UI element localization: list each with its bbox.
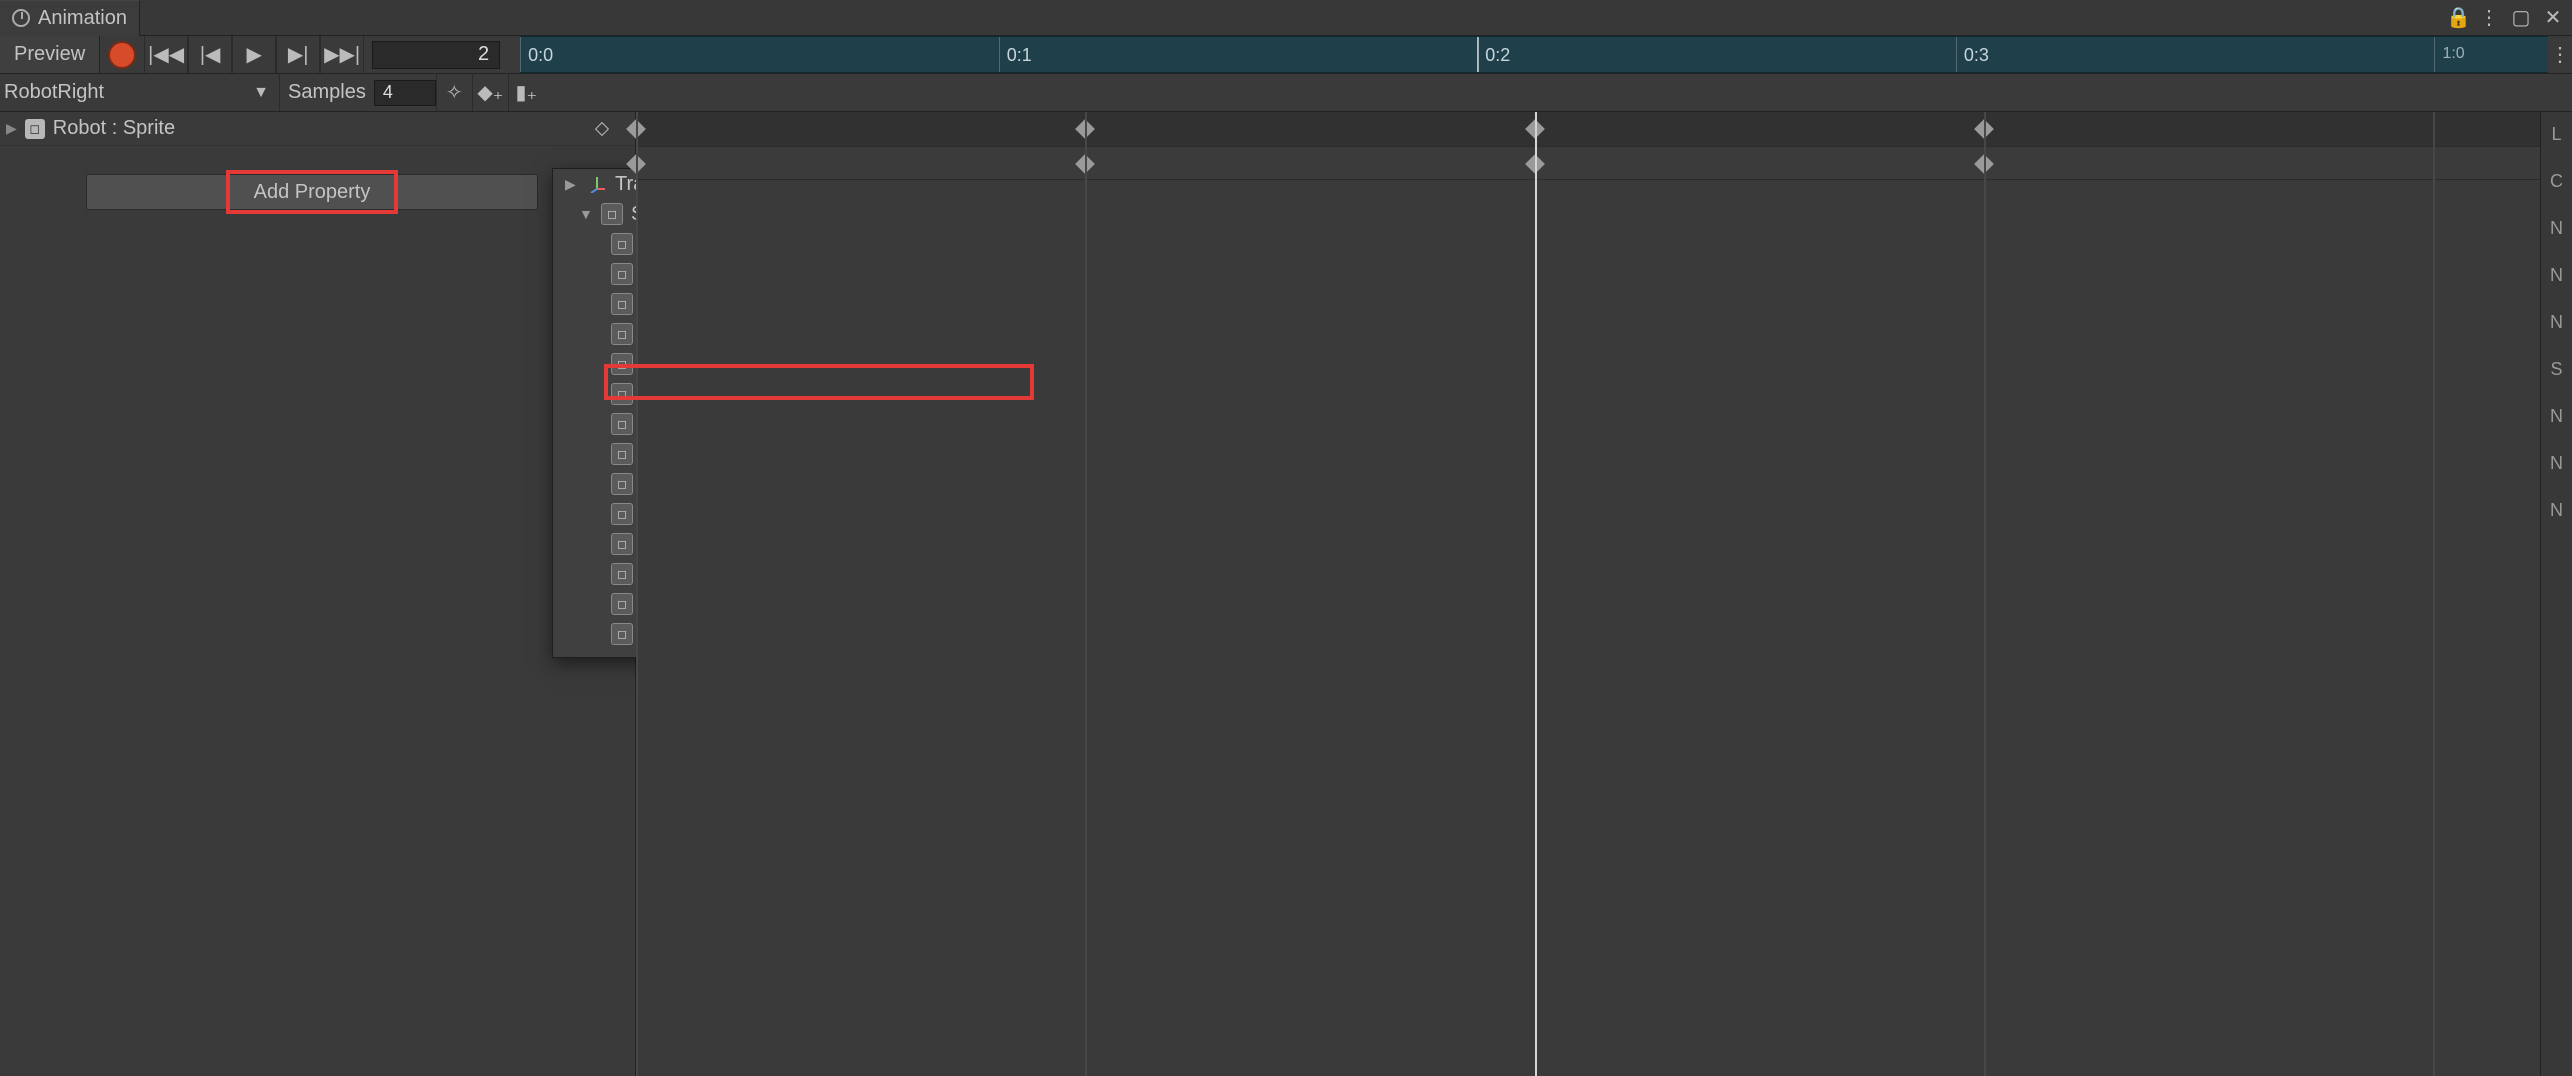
clip-name: RobotRight [4, 81, 104, 104]
tab-title: Animation [38, 7, 127, 30]
window-controls: 🔒 ⋮ ▢ ✕ [2446, 5, 2564, 30]
component-icon: ◻ [611, 593, 633, 615]
dopesheet-summary-track[interactable] [636, 112, 2540, 146]
right-strip: L C N N N S N N N [2540, 112, 2572, 1076]
time-ruler[interactable]: 0:0 0:1 0:2 0:3 1:0 [520, 36, 2548, 73]
timeline[interactable] [636, 112, 2540, 1076]
prev-key-button[interactable]: |◀ [188, 36, 232, 73]
body: ▶ ◻ Robot : Sprite Add Property ▶Transfo… [0, 112, 2572, 1076]
samples-input[interactable] [374, 80, 436, 106]
add-property-button[interactable]: Add Property [86, 174, 538, 210]
component-icon: ◻ [611, 293, 633, 315]
lock-icon[interactable]: 🔒 [2446, 5, 2468, 30]
ruler-label: 0:2 [1485, 45, 1510, 66]
right-strip-item[interactable]: N [2550, 218, 2563, 239]
ruler-label: 1:0 [2442, 45, 2464, 63]
right-strip-item[interactable]: N [2550, 406, 2563, 427]
right-strip-item[interactable]: L [2551, 124, 2561, 145]
sprite-track[interactable] [636, 146, 2540, 180]
component-icon: ◻ [611, 473, 633, 495]
title-bar: Animation 🔒 ⋮ ▢ ✕ [0, 0, 2572, 36]
component-icon: ◻ [611, 383, 633, 405]
chevron-down-icon: ▼ [253, 84, 269, 102]
component-icon: ◻ [601, 203, 623, 225]
expand-icon[interactable]: ▶ [6, 120, 17, 137]
add-property-label: Add Property [254, 181, 371, 204]
playhead[interactable] [1535, 112, 1537, 1076]
right-strip-item[interactable]: N [2550, 312, 2563, 333]
component-icon: ◻ [611, 563, 633, 585]
expand-icon[interactable]: ▶ [565, 176, 579, 193]
dope-header[interactable] [544, 74, 2572, 111]
component-icon: ◻ [611, 263, 633, 285]
component-icon: ◻ [611, 353, 633, 375]
ruler-label: 0:0 [528, 45, 553, 66]
right-strip-item[interactable]: N [2550, 265, 2563, 286]
clock-icon [12, 9, 30, 27]
property-row-sprite[interactable]: ▶ ◻ Robot : Sprite [0, 112, 635, 146]
add-event-button[interactable]: ▮₊ [508, 74, 544, 111]
next-key-button[interactable]: ▶| [276, 36, 320, 73]
maximize-icon[interactable]: ▢ [2510, 5, 2532, 30]
component-icon: ◻ [611, 413, 633, 435]
frame-input[interactable] [372, 41, 500, 69]
component-icon: ◻ [611, 323, 633, 345]
component-icon: ◻ [611, 503, 633, 525]
ruler-label: 0:3 [1964, 45, 1989, 66]
component-icon: ◻ [611, 443, 633, 465]
clip-bar: RobotRight ▼ Samples ✧ ◆₊ ▮₊ [0, 74, 2572, 112]
component-icon: ◻ [611, 533, 633, 555]
animation-tab[interactable]: Animation [0, 0, 140, 36]
right-strip-item[interactable]: N [2550, 500, 2563, 521]
last-frame-button[interactable]: ▶▶| [320, 36, 364, 73]
transform-icon [587, 174, 607, 194]
ruler-label: 0:1 [1007, 45, 1032, 66]
preview-button[interactable]: Preview [0, 36, 100, 73]
samples-label: Samples [288, 81, 366, 104]
record-button[interactable] [108, 41, 136, 69]
close-icon[interactable]: ✕ [2542, 5, 2564, 30]
first-frame-button[interactable]: |◀◀ [144, 36, 188, 73]
filter-button[interactable]: ✧ [436, 74, 472, 111]
component-icon: ◻ [611, 233, 633, 255]
component-icon: ◻ [611, 623, 633, 645]
keyframe-diamond-icon[interactable] [595, 121, 609, 135]
property-label: Robot : Sprite [53, 117, 175, 140]
property-list: ▶ ◻ Robot : Sprite Add Property ▶Transfo… [0, 112, 636, 1076]
sprite-icon: ◻ [25, 119, 45, 139]
clip-dropdown[interactable]: RobotRight ▼ [0, 74, 280, 111]
play-button[interactable]: ▶ [232, 36, 276, 73]
kebab-icon[interactable]: ⋮ [2478, 5, 2500, 30]
right-strip-item[interactable]: N [2550, 453, 2563, 474]
right-strip-item[interactable]: C [2550, 171, 2563, 192]
toolbar-menu-icon[interactable]: ⋮ [2548, 42, 2572, 67]
add-keyframe-button[interactable]: ◆₊ [472, 74, 508, 111]
preview-label: Preview [14, 43, 85, 66]
expand-icon[interactable]: ▼ [579, 206, 593, 222]
right-strip-item[interactable]: S [2550, 359, 2562, 380]
anim-toolbar: Preview |◀◀ |◀ ▶ ▶| ▶▶| 0:00:10:20:31:0 … [0, 36, 2572, 74]
